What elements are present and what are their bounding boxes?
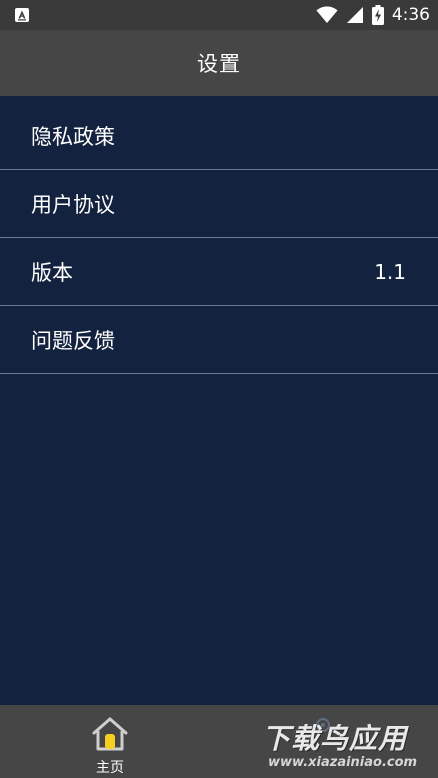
status-icons: 4:36 (308, 0, 430, 30)
signal-icon (346, 6, 364, 24)
title-bar: 设置 (0, 30, 438, 96)
status-time: 4:36 (391, 5, 430, 25)
settings-item-feedback[interactable]: 问题反馈 (0, 306, 438, 374)
settings-item-label: 隐私政策 (31, 124, 115, 149)
status-bar: 4:36 (0, 0, 438, 30)
wifi-icon (316, 6, 338, 24)
version-value: 1.1 (374, 259, 406, 284)
nav-home-tab[interactable]: 主页 (78, 713, 142, 776)
settings-item-version[interactable]: 版本 1.1 (0, 238, 438, 306)
settings-item-label: 用户协议 (31, 192, 115, 217)
page-title: 设置 (197, 52, 241, 76)
settings-list: 隐私政策 用户协议 版本 1.1 问题反馈 (0, 102, 438, 374)
settings-item-label: 问题反馈 (31, 328, 115, 353)
watermark: 下载鸟应用 www.xiazainiao.com (262, 717, 432, 775)
nav-home-label: 主页 (96, 760, 124, 776)
settings-item-user-agreement[interactable]: 用户协议 (0, 170, 438, 238)
watermark-text: 下载鸟应用 (262, 722, 408, 755)
settings-item-label: 版本 (31, 260, 73, 285)
settings-item-privacy-policy[interactable]: 隐私政策 (0, 102, 438, 170)
home-icon (92, 717, 128, 751)
watermark-url: www.xiazainiao.com (268, 755, 418, 770)
battery-charging-icon (371, 5, 384, 25)
app-notification-icon (15, 8, 29, 22)
